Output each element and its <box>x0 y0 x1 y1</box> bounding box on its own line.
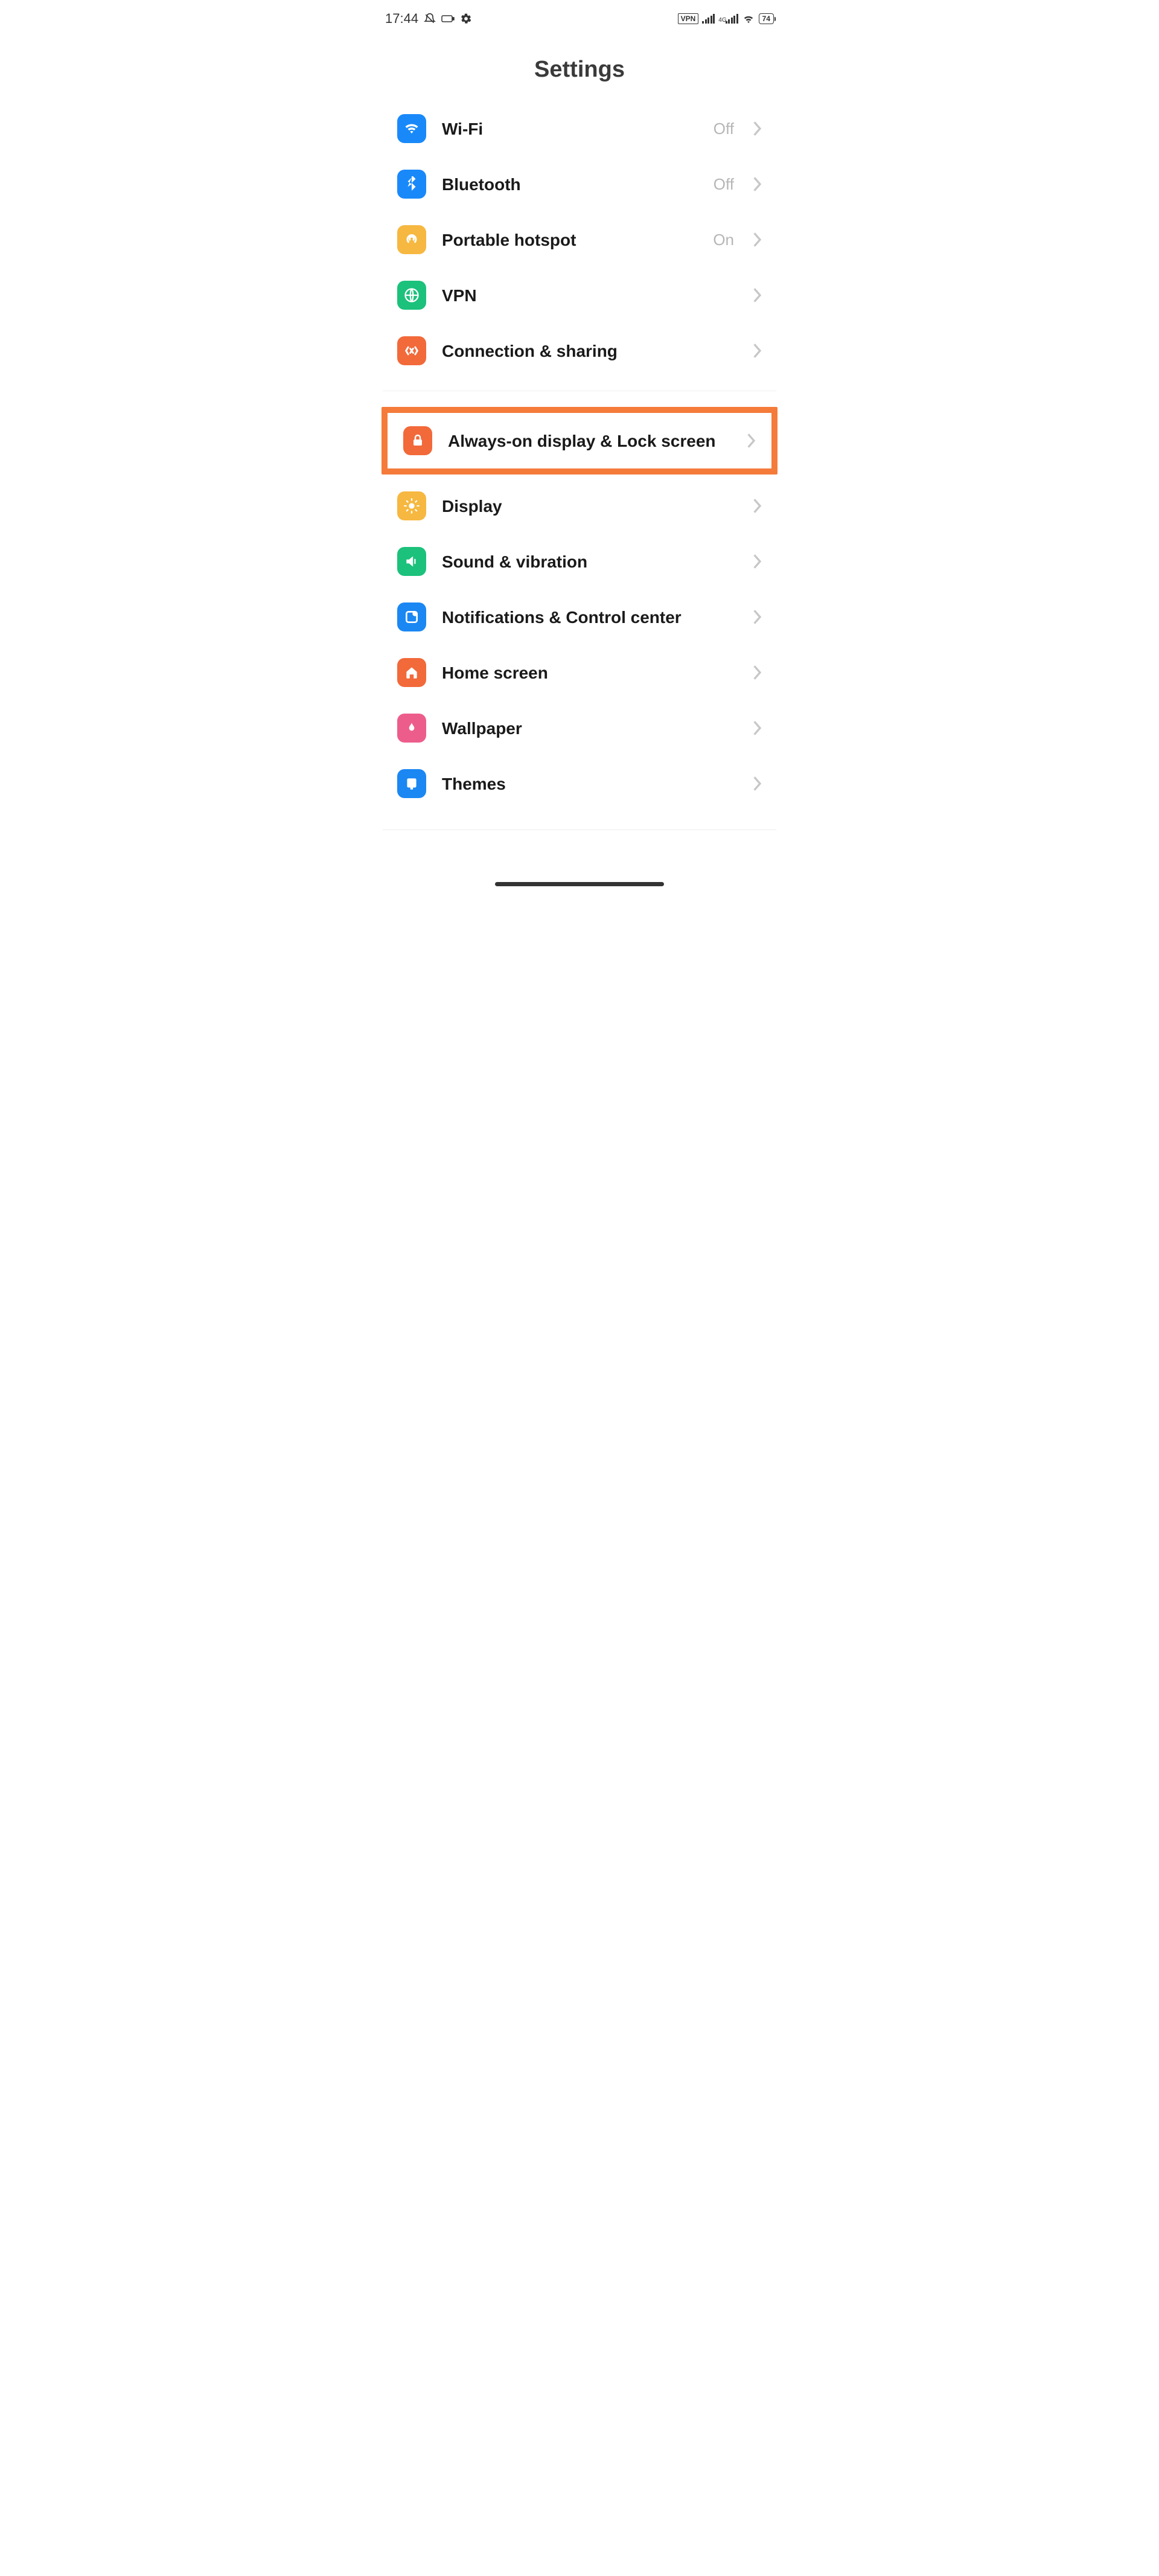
row-vpn[interactable]: VPN <box>368 267 791 323</box>
settings-list: Wi-Fi Off Bluetooth Off Portable hotspot… <box>368 101 791 870</box>
lock-icon <box>403 426 432 455</box>
row-sound[interactable]: Sound & vibration <box>368 534 791 589</box>
row-hotspot[interactable]: Portable hotspot On <box>368 212 791 267</box>
wallpaper-icon <box>397 714 426 743</box>
chevron-right-icon <box>753 177 762 191</box>
row-notifications[interactable]: Notifications & Control center <box>368 589 791 645</box>
row-label: Connection & sharing <box>442 340 738 362</box>
row-themes[interactable]: Themes <box>368 756 791 811</box>
row-home-screen[interactable]: Home screen <box>368 645 791 700</box>
section-divider <box>383 829 776 830</box>
wifi-icon <box>397 114 426 143</box>
row-label: Themes <box>442 773 738 794</box>
chevron-right-icon <box>753 121 762 136</box>
chevron-right-icon <box>753 344 762 358</box>
gear-icon <box>459 12 473 25</box>
mute-icon <box>423 12 436 25</box>
connection-icon <box>397 336 426 365</box>
speaker-icon <box>397 547 426 576</box>
vpn-indicator: VPN <box>678 13 699 24</box>
row-label: Notifications & Control center <box>442 607 738 628</box>
row-label: Wallpaper <box>442 718 738 739</box>
globe-icon <box>397 281 426 310</box>
chevron-right-icon <box>753 610 762 624</box>
row-display[interactable]: Display <box>368 478 791 534</box>
row-bluetooth[interactable]: Bluetooth Off <box>368 156 791 212</box>
wifi-status-icon <box>742 13 755 24</box>
status-time: 17:44 <box>385 11 418 27</box>
row-label: Wi-Fi <box>442 118 698 139</box>
row-value: Off <box>714 175 734 194</box>
row-connection-sharing[interactable]: Connection & sharing <box>368 323 791 379</box>
battery-small-icon <box>441 12 455 25</box>
home-icon <box>397 658 426 687</box>
row-aod-lockscreen[interactable]: Always-on display & Lock screen <box>388 413 771 468</box>
home-indicator[interactable] <box>495 882 664 886</box>
chevron-right-icon <box>753 776 762 791</box>
page-title: Settings <box>368 33 791 101</box>
chevron-right-icon <box>753 288 762 302</box>
row-label: Sound & vibration <box>442 551 738 572</box>
row-label: Always-on display & Lock screen <box>448 430 732 452</box>
highlight-box: Always-on display & Lock screen <box>382 407 777 475</box>
status-bar: 17:44 VPN 4G 74 <box>368 0 791 33</box>
chevron-right-icon <box>747 433 756 448</box>
row-value: On <box>713 231 734 249</box>
signal-icon-2 <box>726 14 738 24</box>
chevron-right-icon <box>753 554 762 569</box>
chevron-right-icon <box>753 232 762 247</box>
chevron-right-icon <box>753 721 762 735</box>
hotspot-icon <box>397 225 426 254</box>
signal-icon-1 <box>702 14 715 24</box>
row-wallpaper[interactable]: Wallpaper <box>368 700 791 756</box>
brightness-icon <box>397 491 426 520</box>
chevron-right-icon <box>753 499 762 513</box>
row-label: VPN <box>442 285 738 306</box>
bluetooth-icon <box>397 170 426 199</box>
themes-icon <box>397 769 426 798</box>
row-wifi[interactable]: Wi-Fi Off <box>368 101 791 156</box>
row-label: Portable hotspot <box>442 229 697 251</box>
row-value: Off <box>714 120 734 138</box>
notifications-icon <box>397 602 426 631</box>
row-label: Home screen <box>442 662 738 683</box>
battery-indicator: 74 <box>759 13 774 24</box>
chevron-right-icon <box>753 665 762 680</box>
row-label: Display <box>442 496 738 517</box>
row-label: Bluetooth <box>442 174 698 195</box>
